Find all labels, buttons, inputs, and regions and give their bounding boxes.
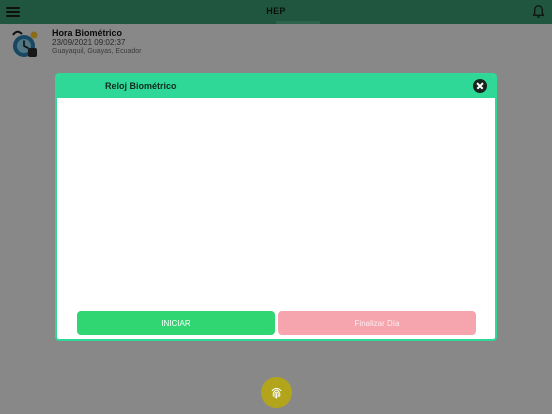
dialog-body — [57, 98, 495, 308]
dialog-title: Reloj Biométrico — [105, 81, 177, 91]
end-day-button[interactable]: Finalizar Día — [278, 311, 476, 335]
start-button[interactable]: INICIAR — [77, 311, 275, 335]
dialog-header: Reloj Biométrico — [57, 75, 495, 98]
biometric-dialog: Reloj Biométrico INICIAR Finalizar Día — [55, 73, 497, 341]
close-icon[interactable] — [473, 79, 487, 93]
fingerprint-icon — [271, 387, 282, 399]
fingerprint-button[interactable] — [261, 377, 292, 408]
